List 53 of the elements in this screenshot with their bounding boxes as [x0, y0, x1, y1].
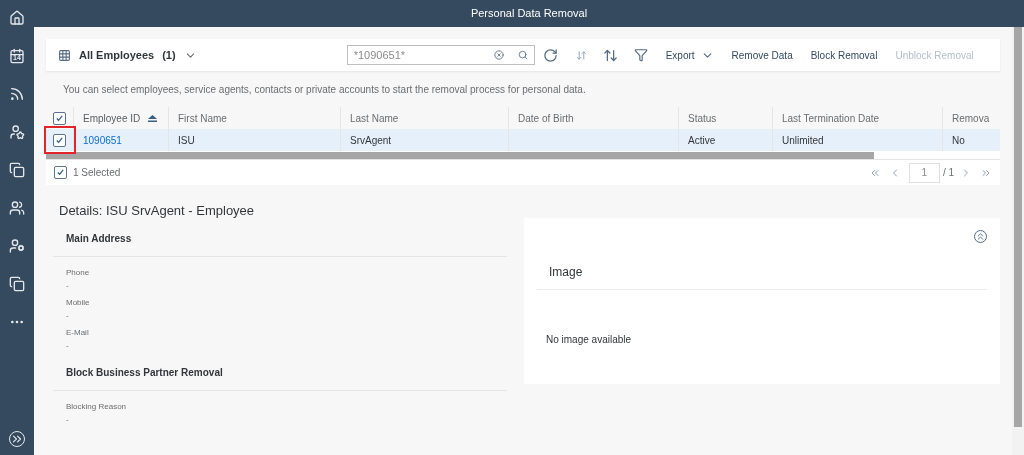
employee-link[interactable]: 1090651	[83, 132, 122, 148]
clear-icon[interactable]	[493, 50, 504, 60]
sort-ascending-icon	[148, 114, 158, 122]
toolbar-button[interactable]: Remove Data	[731, 47, 793, 63]
copy-icon[interactable]	[9, 162, 25, 178]
search-field[interactable]: *1090651*	[346, 45, 535, 65]
toolbar-button[interactable]: Export	[665, 47, 714, 63]
search-icon[interactable]	[517, 50, 528, 60]
field-value: -	[66, 279, 70, 292]
select-all-checkbox[interactable]	[53, 111, 66, 125]
table-cell-text: Unlimited	[782, 133, 824, 148]
table-icon	[58, 48, 71, 62]
info-text: You can select employees, service agents, contacts or private accounts to start the removal process for personal data.	[63, 82, 586, 97]
field-label: Blocking Reason	[66, 400, 128, 413]
row-checkbox[interactable]	[53, 133, 66, 147]
copy-icon[interactable]	[9, 276, 25, 292]
table-cell-text: No	[952, 133, 965, 148]
highlight-frame	[44, 126, 76, 154]
scrollbar-thumb[interactable]	[46, 151, 874, 159]
user-gear-icon[interactable]	[9, 238, 25, 254]
check-icon	[55, 113, 64, 123]
image-title: Image	[537, 263, 987, 290]
filter-icon[interactable]	[633, 48, 648, 62]
table-cell-text: SrvAgent	[350, 133, 392, 148]
user-star-icon[interactable]	[9, 124, 25, 140]
empty-image-text: No image available	[545, 333, 633, 347]
details-title: Details: ISU SrvAgent - Employee	[59, 202, 256, 220]
users-icon[interactable]	[9, 200, 25, 216]
table-cell-text: ISU	[178, 133, 195, 148]
field-value: -	[66, 339, 70, 352]
section-title: Block Business Partner Removal	[53, 364, 507, 391]
check-icon	[55, 135, 64, 145]
field-label: Mobile	[66, 296, 91, 309]
refresh-icon[interactable]	[542, 47, 558, 63]
field-label: Phone	[66, 266, 91, 279]
sort-icon[interactable]	[602, 47, 618, 63]
page-total: / 1	[942, 166, 954, 180]
field-label: E-Mail	[66, 326, 90, 339]
check-icon	[56, 168, 65, 177]
toolbar-button[interactable]: Block Removal	[810, 47, 878, 63]
rss-icon[interactable]	[9, 86, 25, 102]
view-selector[interactable]: All Employees (1)	[79, 46, 197, 64]
table-row[interactable]: 1090651 ISU SrvAgent Active Unlimited No	[46, 129, 1000, 151]
scrollbar-thumb[interactable]	[1014, 27, 1022, 427]
section-title: Main Address	[53, 230, 507, 257]
field-value: -	[66, 309, 70, 322]
page-field[interactable]: 1	[908, 162, 940, 183]
field-value: -	[66, 413, 70, 426]
selected-checkbox[interactable]	[54, 166, 67, 179]
table-cell-text: Active	[688, 133, 716, 148]
home-icon[interactable]	[9, 10, 25, 26]
selected-count: 1 Selected	[73, 166, 121, 180]
page-title: Personal Data Removal	[470, 6, 588, 22]
